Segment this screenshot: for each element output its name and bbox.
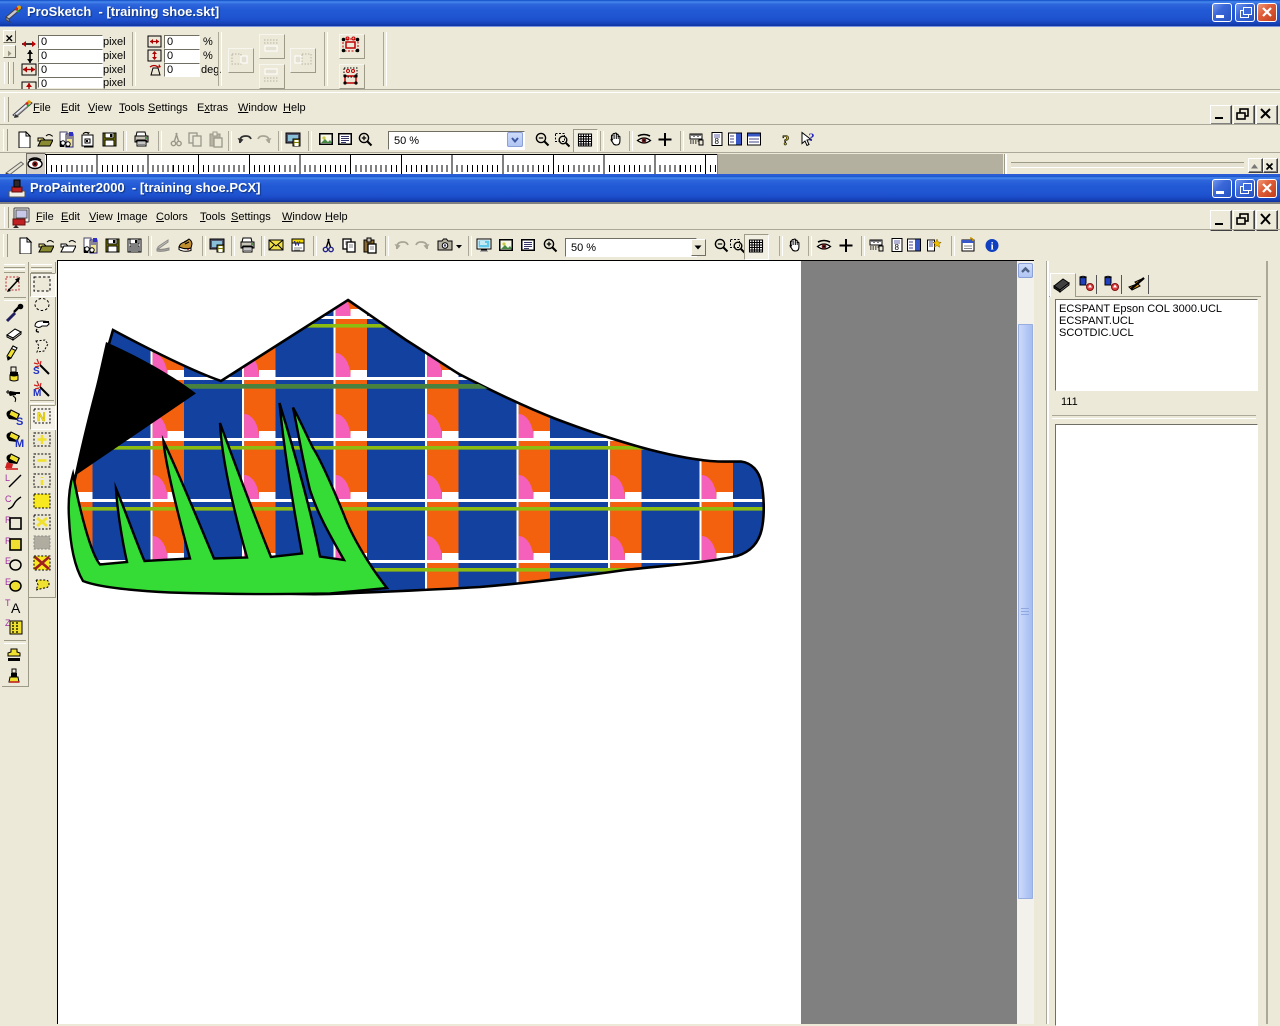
svg-text:8: 8 <box>895 243 900 252</box>
svg-text:M: M <box>15 438 24 449</box>
svg-text:N: N <box>37 410 46 424</box>
svg-text:W: W <box>294 240 301 248</box>
svg-text:C: C <box>5 494 12 504</box>
svg-text:i: i <box>991 241 994 253</box>
svg-text:8: 8 <box>715 137 720 146</box>
svg-text:M: M <box>33 388 41 398</box>
svg-text:A: A <box>11 600 21 615</box>
svg-text:S: S <box>33 366 40 376</box>
svg-text:?: ? <box>782 133 790 148</box>
svg-text:S: S <box>16 416 23 427</box>
svg-text:L: L <box>5 473 10 483</box>
svg-text:?: ? <box>809 131 815 144</box>
